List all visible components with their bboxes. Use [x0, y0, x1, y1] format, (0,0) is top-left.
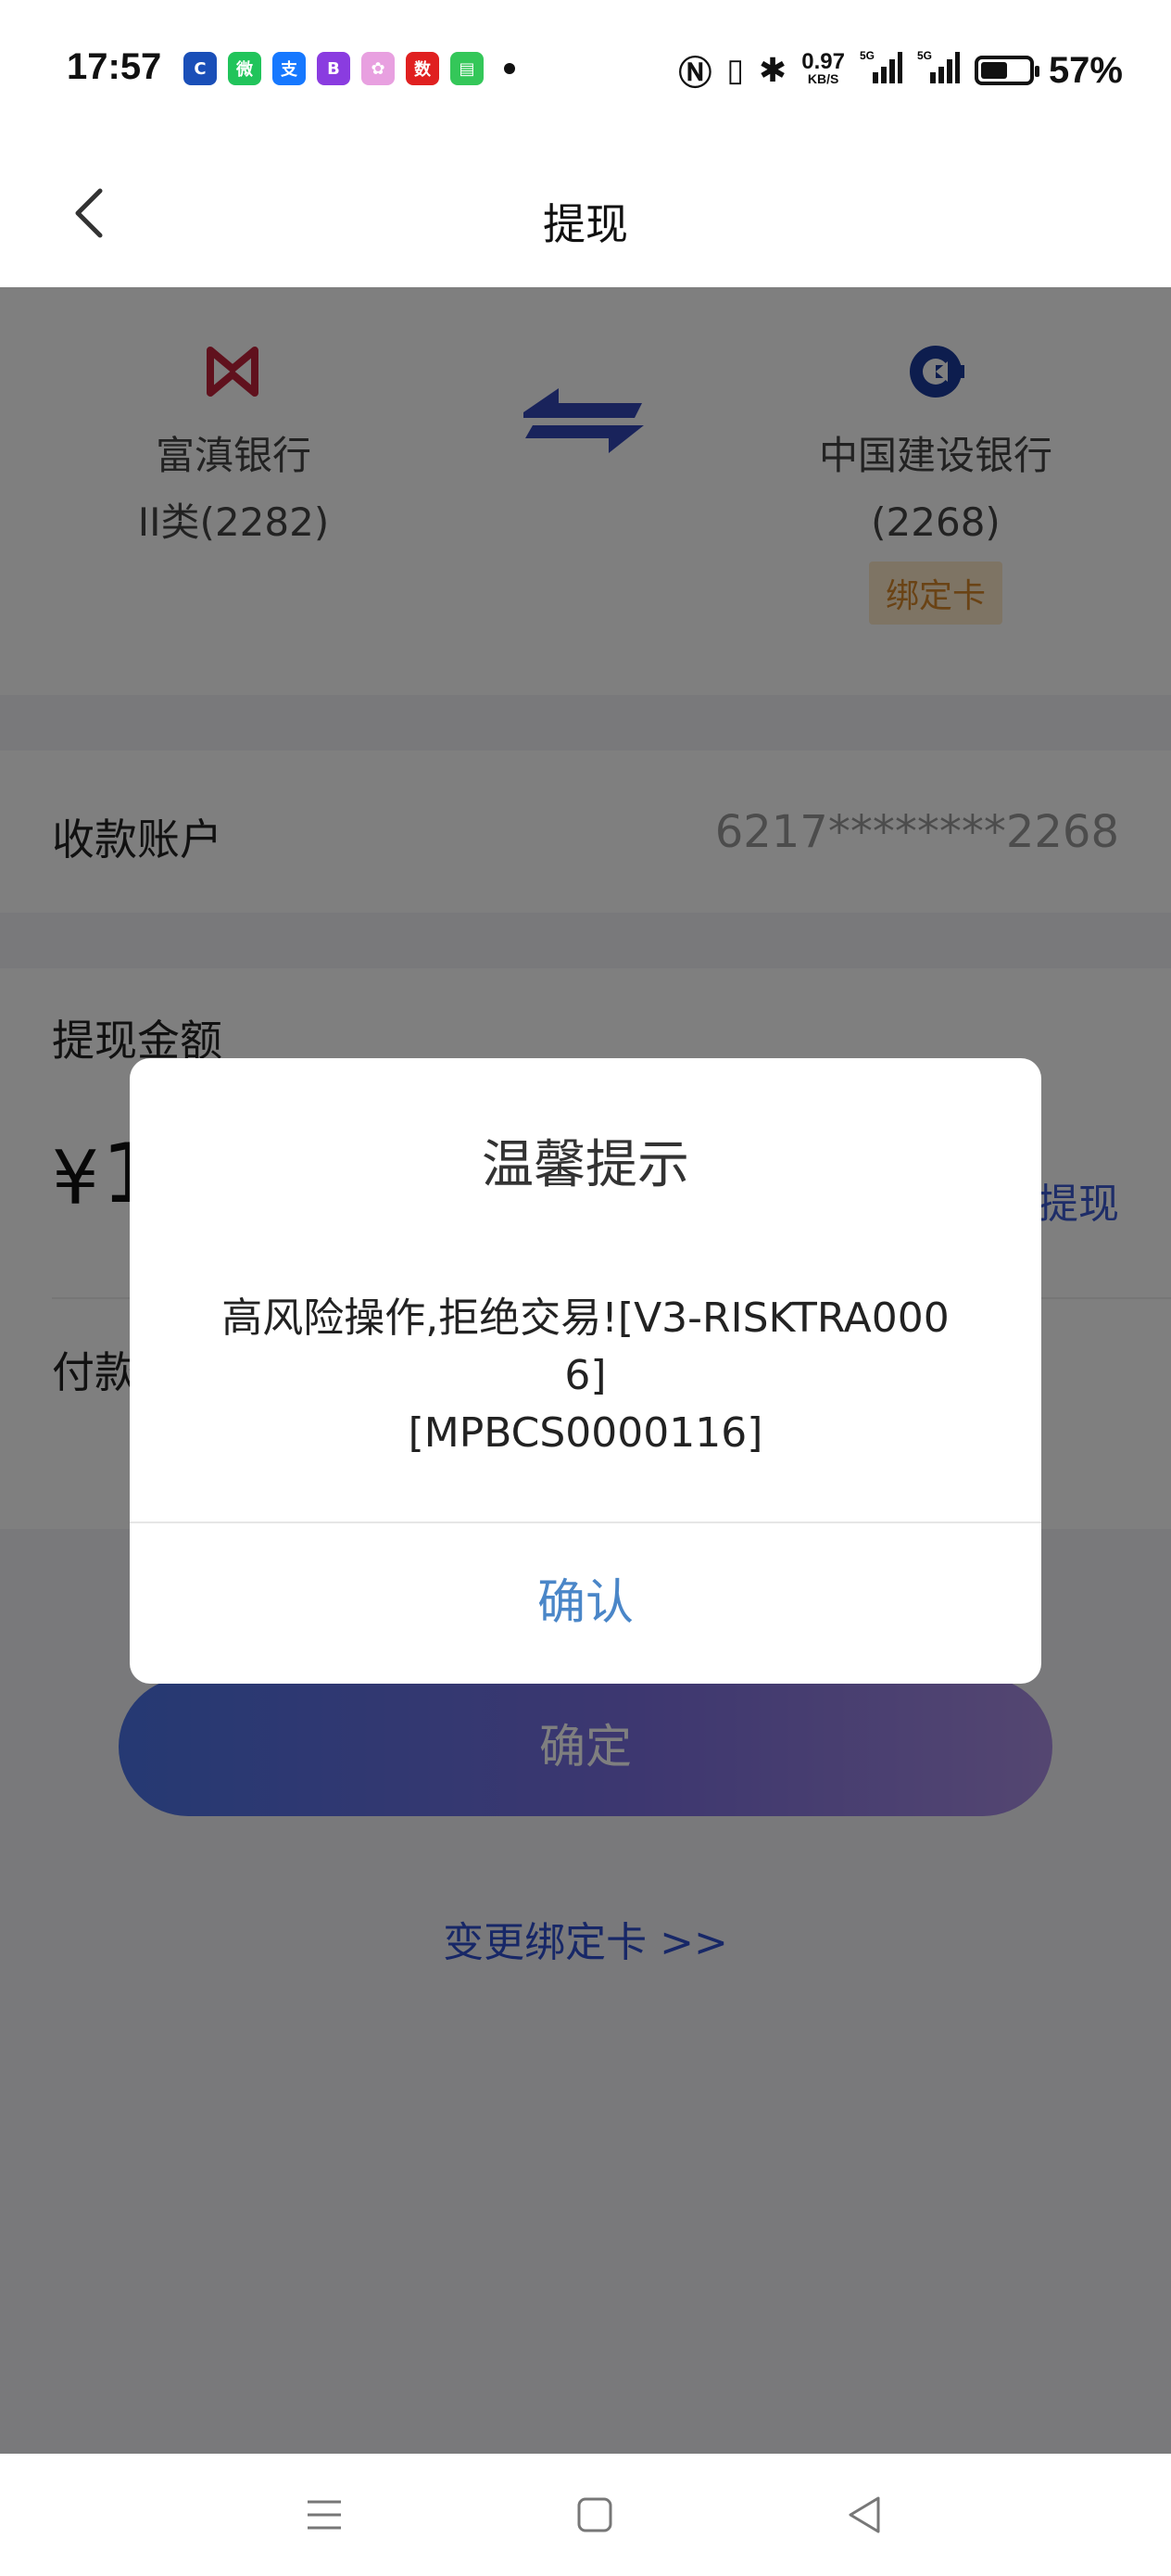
signal-icon-1: 5G [860, 48, 902, 94]
colorful-app-icon: ✿ [361, 52, 395, 85]
digital-id-icon: 数 [406, 52, 439, 85]
page-title: 提现 [543, 199, 628, 249]
clock: 17:57 [67, 46, 162, 87]
wechat-icon: 微 [228, 52, 261, 85]
battery-icon [974, 56, 1039, 85]
battery-percent: 57% [1048, 49, 1123, 91]
bluetooth-icon: ✱ [759, 51, 787, 89]
network-speed: 0.97 KB/S [801, 49, 845, 87]
message-icon: ▤ [450, 52, 484, 85]
signal-icon-2: 5G [917, 48, 960, 94]
dialog-confirm-button[interactable]: 确认 [130, 1523, 1041, 1684]
dialog-message: 高风险操作,拒绝交易![V3-RISKTRA000 6] [MPBCS00001… [221, 1294, 950, 1457]
bank-app-icon: B [317, 52, 350, 85]
nfc-icon: Ⓝ [678, 54, 712, 92]
alipay-icon: 支 [272, 52, 306, 85]
more-notifications-icon [504, 63, 515, 74]
home-icon[interactable] [571, 2491, 619, 2539]
system-nav-bar [0, 2454, 1171, 2576]
ccb-icon: C [183, 52, 217, 85]
system-indicators: Ⓝ ▯ ✱ 0.97 KB/S 5G 5G 57% [678, 46, 1123, 95]
vibrate-icon: ▯ [726, 53, 745, 88]
notification-icons: C 微支 B ✿ 数 ▤ [183, 52, 515, 85]
menu-icon[interactable] [300, 2491, 348, 2539]
svg-text:5G: 5G [860, 49, 875, 62]
alert-dialog: 温馨提示 高风险操作,拒绝交易![V3-RISKTRA000 6] [MPBCS… [130, 1058, 1041, 1684]
header: 提现 [0, 139, 1171, 287]
svg-text:5G: 5G [917, 49, 932, 62]
dialog-title: 温馨提示 [482, 1135, 689, 1195]
back-triangle-icon[interactable] [841, 2491, 889, 2539]
status-bar: 17:57 C 微支 B ✿ 数 ▤ Ⓝ ▯ ✱ 0.97 KB/S 5G 5G 57% [0, 0, 1171, 139]
